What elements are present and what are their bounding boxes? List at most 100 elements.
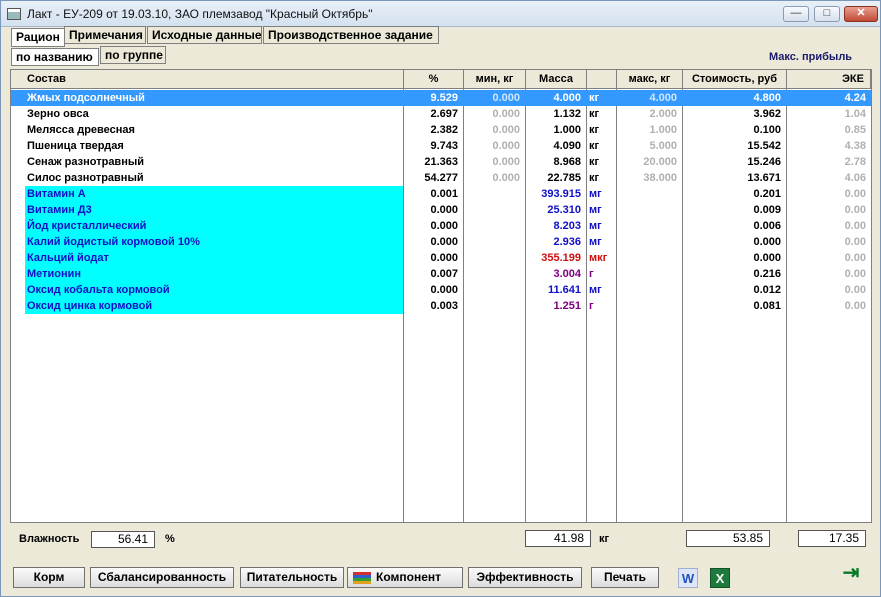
col-header-pct[interactable]: % <box>404 70 464 89</box>
cell-eke: 2.78 <box>844 156 866 168</box>
cell-max <box>616 250 682 266</box>
cell-cost: 4.800 <box>753 92 781 104</box>
title-bar[interactable]: Лакт - ЕУ-209 от 19.03.10, ЗАО племзавод… <box>1 1 880 27</box>
window-title: Лакт - ЕУ-209 от 19.03.10, ЗАО племзавод… <box>27 7 373 21</box>
cell-mass: 393.915 <box>541 188 581 200</box>
table-row[interactable]: Силос разнотравный 54.277 0.000 22.785 кг 38.… <box>11 170 871 186</box>
cell-pct: 0.000 <box>430 236 458 248</box>
cell-pct: 0.000 <box>430 220 458 232</box>
cell-name: Силос разнотравный <box>27 172 144 184</box>
cell-unit: мг <box>589 204 602 216</box>
subtab-by-name[interactable]: по названию <box>11 48 99 66</box>
cell-pct: 0.007 <box>430 268 458 280</box>
tab-production-task[interactable]: Производственное задание <box>263 26 439 44</box>
cell-eke: 0.00 <box>844 220 866 232</box>
cell-mass: 11.641 <box>547 284 581 296</box>
cell-max <box>616 218 682 234</box>
component-bars-icon <box>353 572 371 584</box>
table-row[interactable]: Витамин Д3 0.000 25.310 мг 0.009 0.00 <box>11 202 871 218</box>
feed-button[interactable]: Корм <box>13 567 85 588</box>
cell-pct: 2.697 <box>430 108 458 120</box>
cell-eke: 4.06 <box>844 172 866 184</box>
table-row[interactable]: Сенаж разнотравный 21.363 0.000 8.968 кг 20.0… <box>11 154 871 170</box>
cell-eke: 1.04 <box>844 108 866 120</box>
cell-mass: 2.936 <box>553 236 581 248</box>
cell-cost: 15.542 <box>747 140 781 152</box>
cell-cost: 3.962 <box>753 108 781 120</box>
cell-unit: кг <box>589 92 600 104</box>
cell-max <box>616 266 682 282</box>
exit-door-icon[interactable]: ⇥ <box>838 563 864 587</box>
col-header-max[interactable]: макс, кг <box>617 70 683 89</box>
cell-pct: 9.743 <box>430 140 458 152</box>
cell-eke: 0.00 <box>844 268 866 280</box>
cell-cost: 0.006 <box>753 220 781 232</box>
excel-icon[interactable]: X <box>710 568 730 588</box>
table-row[interactable]: Витамин А 0.001 393.915 мг 0.201 0.00 <box>11 186 871 202</box>
close-button[interactable]: ✕ <box>844 6 878 22</box>
word-icon[interactable]: W <box>678 568 698 588</box>
cell-name: Калий йодистый кормовой 10% <box>25 234 403 250</box>
efficiency-button[interactable]: Эффективность <box>468 567 582 588</box>
table-row[interactable]: Оксид цинка кормовой 0.003 1.251 г 0.081 0.00 <box>11 298 871 314</box>
cell-name: Жмых подсолнечный <box>27 92 145 104</box>
table-row[interactable]: Кальций йодат 0.000 355.199 мкг 0.000 0.00 <box>11 250 871 266</box>
table-row[interactable]: Пшеница твердая 9.743 0.000 4.090 кг 5.000 15.… <box>11 138 871 154</box>
tab-ration[interactable]: Рацион <box>11 28 65 47</box>
cell-pct: 0.001 <box>430 188 458 200</box>
cell-name: Пшеница твердая <box>27 140 124 152</box>
cell-name: Оксид цинка кормовой <box>25 298 403 314</box>
cell-cost: 0.000 <box>753 236 781 248</box>
cell-mass: 1.000 <box>553 124 581 136</box>
table-row[interactable]: Калий йодистый кормовой 10% 0.000 2.936 мг 0… <box>11 234 871 250</box>
cell-unit: мг <box>589 220 602 232</box>
cell-cost: 0.100 <box>753 124 781 136</box>
table-row[interactable]: Зерно овса 2.697 0.000 1.132 кг 2.000 3.962 1.0… <box>11 106 871 122</box>
cell-eke: 0.00 <box>844 284 866 296</box>
cell-name: Витамин А <box>25 186 403 202</box>
subtab-by-group[interactable]: по группе <box>100 46 166 64</box>
cell-unit: кг <box>589 124 600 136</box>
col-header-name[interactable]: Состав <box>11 70 404 89</box>
cell-max <box>616 202 682 218</box>
cell-name: Метионин <box>25 266 403 282</box>
cell-pct: 21.363 <box>424 156 458 168</box>
col-header-min[interactable]: мин, кг <box>464 70 526 89</box>
cell-cost: 0.216 <box>753 268 781 280</box>
cell-min: 0.000 <box>492 124 520 136</box>
cell-name: Мелясса древесная <box>27 124 135 136</box>
cell-max: 38.000 <box>643 172 677 184</box>
cell-max <box>616 298 682 314</box>
cell-min <box>463 266 525 282</box>
table-row[interactable]: Йод кристаллический 0.000 8.203 мг 0.006 0.00 <box>11 218 871 234</box>
col-header-eke[interactable]: ЭКЕ <box>787 70 871 89</box>
tab-notes[interactable]: Примечания <box>64 26 146 44</box>
balance-button[interactable]: Сбалансированность <box>90 567 234 588</box>
col-header-unit[interactable] <box>587 70 617 89</box>
table-row[interactable]: Жмых подсолнечный 9.529 0.000 4.000 кг 4.000 4… <box>11 90 871 106</box>
cell-max: 20.000 <box>643 156 677 168</box>
minimize-button[interactable]: — <box>783 6 809 22</box>
cell-mass: 1.251 <box>553 300 581 312</box>
cell-max: 5.000 <box>649 140 677 152</box>
table-row[interactable]: Метионин 0.007 3.004 г 0.216 0.00 <box>11 266 871 282</box>
col-header-mass[interactable]: Масса <box>526 70 587 89</box>
cell-pct: 2.382 <box>430 124 458 136</box>
table-row[interactable]: Мелясса древесная 2.382 0.000 1.000 кг 1.000 0… <box>11 122 871 138</box>
cell-name: Зерно овса <box>27 108 89 120</box>
print-button[interactable]: Печать <box>591 567 659 588</box>
cell-max <box>616 282 682 298</box>
optimization-mode-label: Макс. прибыль <box>769 51 853 63</box>
col-header-cost[interactable]: Стоимость, руб <box>683 70 787 89</box>
ration-table[interactable]: Состав % мин, кг Масса макс, кг Стоимост… <box>10 69 872 523</box>
tab-source-data[interactable]: Исходные данные <box>147 26 262 44</box>
component-button[interactable]: Компонент <box>347 567 463 588</box>
maximize-button[interactable]: □ <box>814 6 840 22</box>
cell-pct: 9.529 <box>430 92 458 104</box>
nutrition-button[interactable]: Питательность <box>240 567 344 588</box>
humidity-label: Влажность <box>19 533 80 545</box>
cell-min <box>463 234 525 250</box>
cell-name: Йод кристаллический <box>25 218 403 234</box>
table-row[interactable]: Оксид кобальта кормовой 0.000 11.641 мг 0.01… <box>11 282 871 298</box>
cell-mass: 25.310 <box>547 204 581 216</box>
